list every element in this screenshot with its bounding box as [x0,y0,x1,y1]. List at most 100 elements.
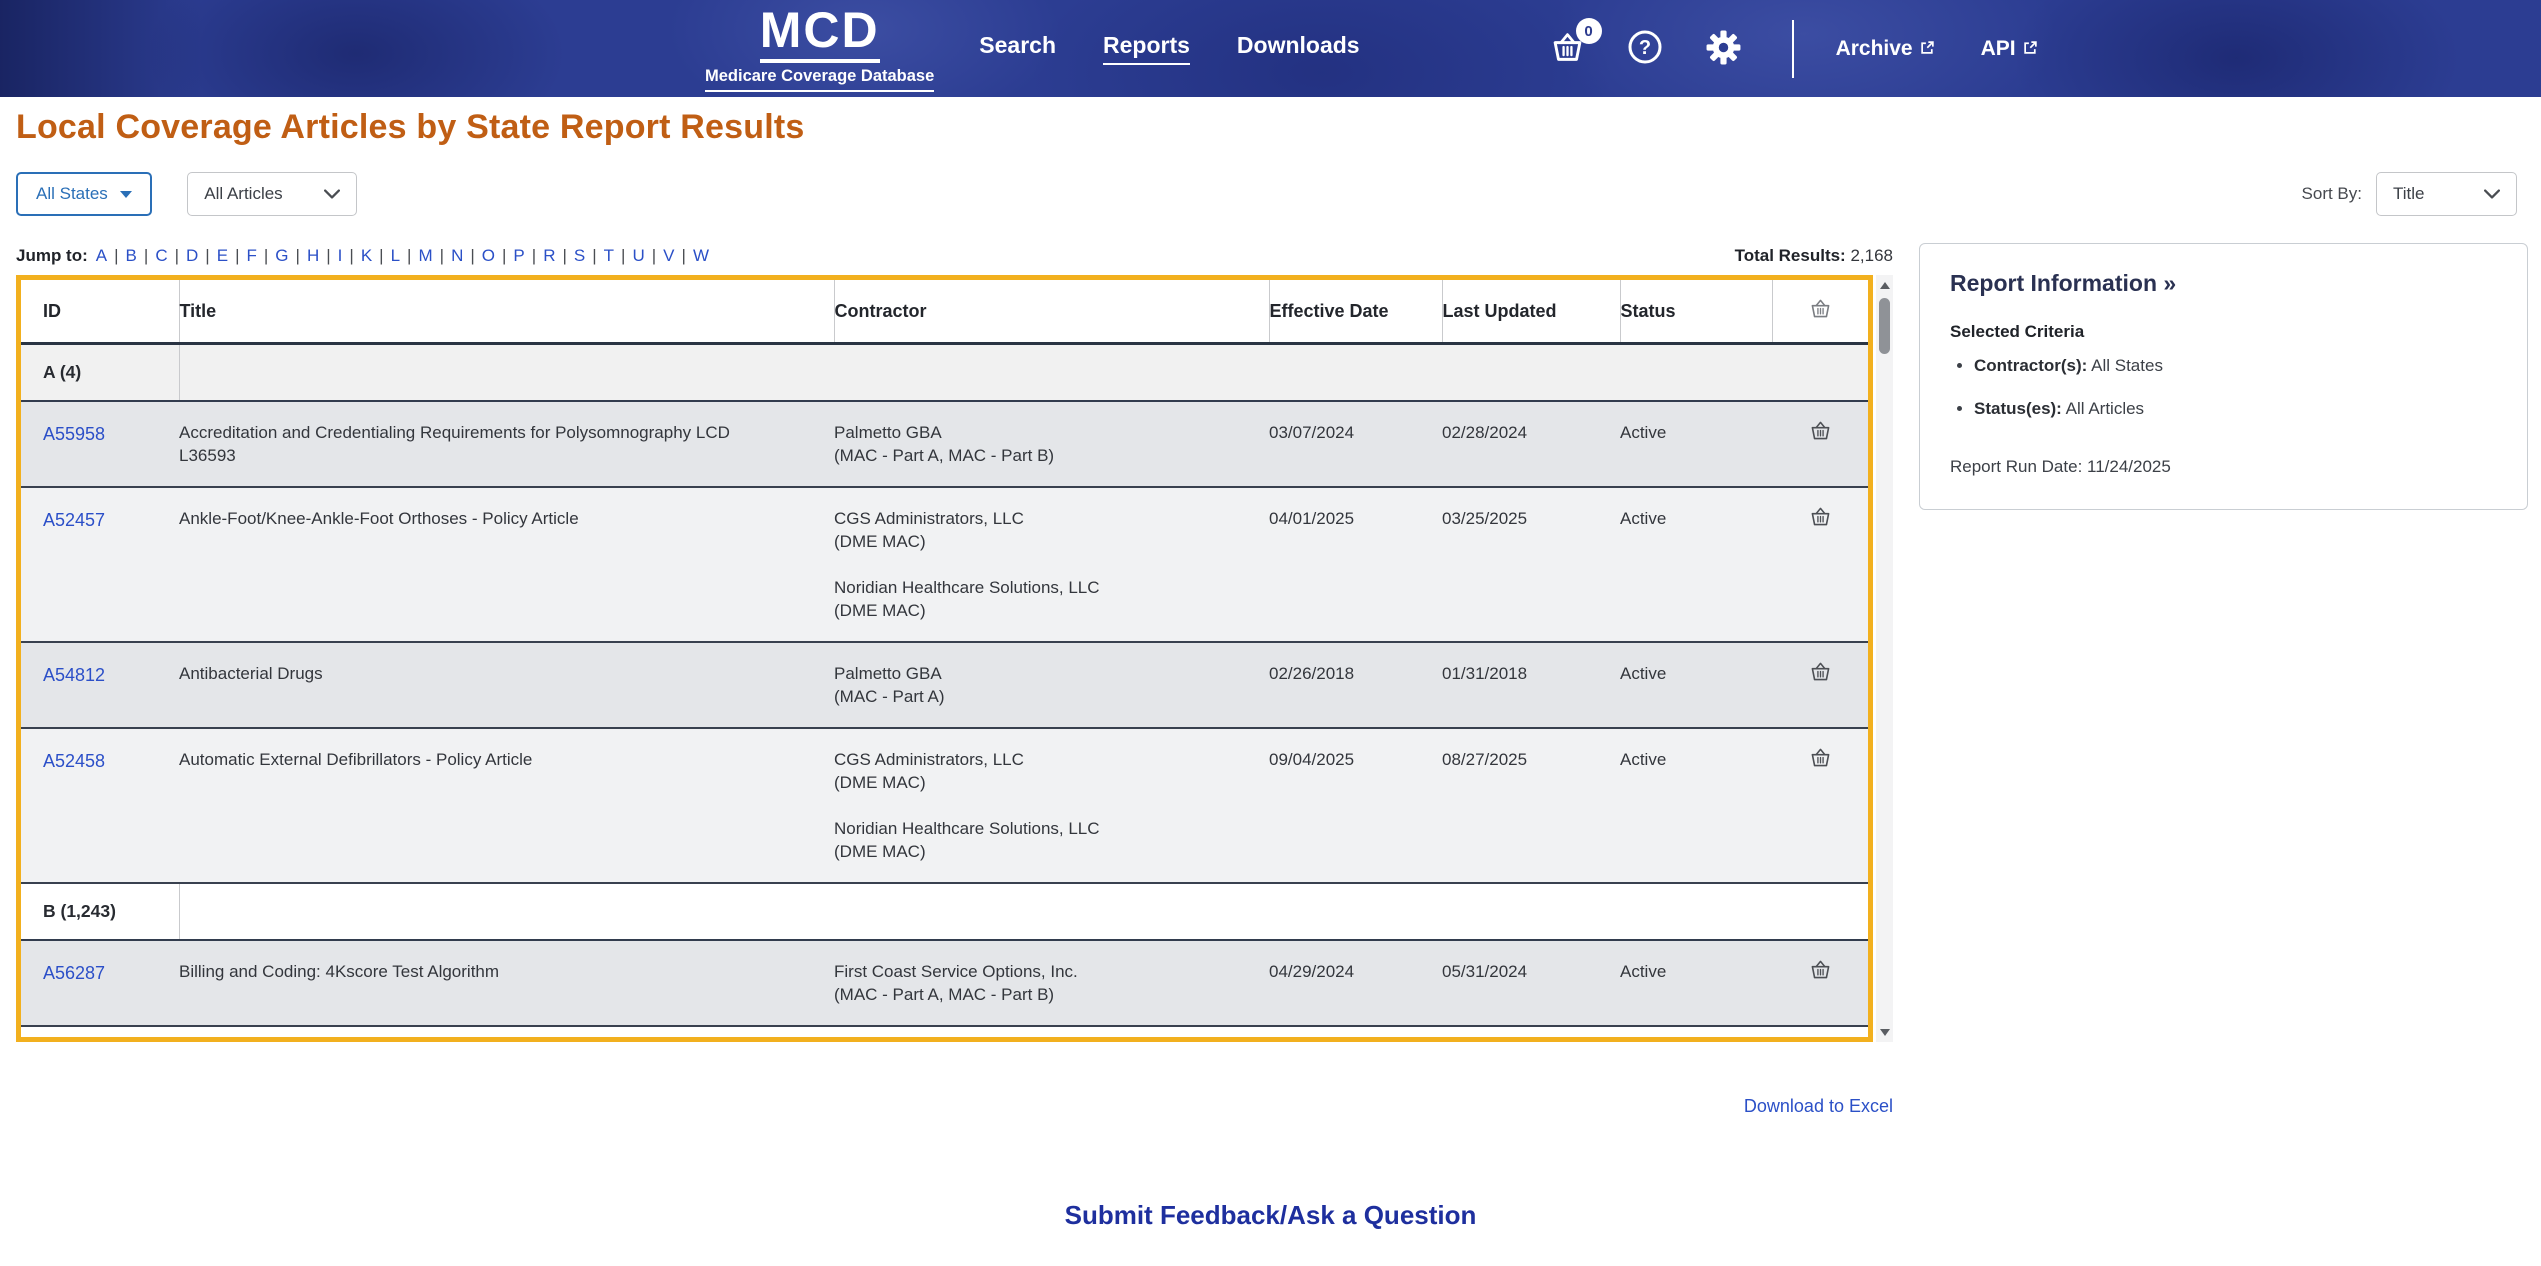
jump-letter-I[interactable]: I [338,246,343,265]
articles-dropdown-label: All Articles [204,184,282,204]
jump-letter-U[interactable]: U [632,246,644,265]
jump-letter-B[interactable]: B [126,246,137,265]
basket-cell [1772,487,1868,642]
jump-separator: | [235,246,239,265]
column-header-last-updated[interactable]: Last Updated [1442,280,1620,344]
article-id-link[interactable]: A52457 [43,510,105,530]
header-divider [1792,20,1794,78]
settings-button[interactable] [1705,29,1742,69]
jump-separator: | [470,246,474,265]
article-id-link[interactable]: A54812 [43,665,105,685]
contractor-line: (MAC - Part A, MAC - Part B) [834,445,1255,468]
mcd-logo-subtitle: Medicare Coverage Database [705,67,934,92]
help-button[interactable]: ? [1627,29,1663,68]
header-icons: 0 ? [1550,29,1742,69]
column-header-title[interactable]: Title [179,280,834,344]
download-to-excel-link[interactable]: Download to Excel [1744,1096,1893,1117]
results-table-body: A (4)A55958Accreditation and Credentiali… [21,344,1868,1027]
scrollbar-down-arrow[interactable] [1876,1022,1893,1042]
article-id-link[interactable]: A56287 [43,963,105,983]
article-id-link[interactable]: A55958 [43,424,105,444]
selected-criteria-list: Contractor(s): All StatesStatus(es): All… [1950,356,2497,419]
contractor-line [834,554,1255,577]
article-id-cell: A56287 [21,940,179,1026]
sort-by-dropdown[interactable]: Title [2376,172,2517,216]
jump-letter-A[interactable]: A [96,246,107,265]
column-header-basket[interactable] [1772,280,1868,344]
jump-letter-K[interactable]: K [361,246,372,265]
submit-feedback-link[interactable]: Submit Feedback/Ask a Question [1065,1200,1477,1230]
section-label: A (4) [43,362,81,382]
jump-separator: | [592,246,596,265]
add-to-basket-button[interactable] [1807,504,1834,532]
article-id-cell: A54812 [21,642,179,728]
column-header-contractor[interactable]: Contractor [834,280,1269,344]
column-header-effective-date[interactable]: Effective Date [1269,280,1442,344]
states-dropdown-label: All States [36,184,108,204]
nav-search[interactable]: Search [979,32,1056,65]
contractor-line: CGS Administrators, LLC [834,508,1255,531]
basket-icon [1809,515,1832,530]
report-information-panel: Report Information » Selected Criteria C… [1919,243,2528,510]
jump-letter-D[interactable]: D [186,246,198,265]
states-dropdown[interactable]: All States [16,172,152,216]
total-results: Total Results: 2,168 [1735,246,1893,266]
jump-separator: | [502,246,506,265]
section-row: A (4) [21,344,1868,402]
jump-letter-G[interactable]: G [275,246,288,265]
scrollbar-thumb[interactable] [1879,298,1890,354]
external-link-icon [2023,37,2038,61]
jump-letter-N[interactable]: N [451,246,463,265]
jump-letter-E[interactable]: E [217,246,228,265]
add-to-basket-button[interactable] [1807,418,1834,446]
link-archive[interactable]: Archive [1836,37,1935,61]
articles-dropdown[interactable]: All Articles [187,172,357,216]
nav-downloads[interactable]: Downloads [1237,32,1360,65]
criteria-label: Contractor(s): [1974,356,2087,375]
scrollbar-up-arrow[interactable] [1876,275,1893,295]
jump-letter-H[interactable]: H [307,246,319,265]
jump-letter-S[interactable]: S [574,246,585,265]
article-id-link[interactable]: A52458 [43,751,105,771]
sort-by-label: Sort By: [2302,184,2362,204]
header-row: IDTitleContractorEffective DateLast Upda… [21,280,1868,344]
table-row: A54812Antibacterial DrugsPalmetto GBA(MA… [21,642,1868,728]
table-scrollbar[interactable] [1876,275,1893,1042]
contractor-cell: Palmetto GBA(MAC - Part A) [834,642,1269,728]
add-to-basket-button[interactable] [1807,745,1834,773]
nav-reports[interactable]: Reports [1103,32,1190,65]
jump-letter-T[interactable]: T [604,246,614,265]
effective-date-cell: 04/29/2024 [1269,940,1442,1026]
last-updated-cell: 01/31/2018 [1442,642,1620,728]
caret-down-icon [120,191,132,198]
criteria-item: Status(es): All Articles [1974,399,2497,419]
basket-button[interactable]: 0 [1550,31,1585,66]
jump-letter-O[interactable]: O [482,246,495,265]
chevron-down-icon [2484,184,2500,204]
jump-letter-W[interactable]: W [693,246,709,265]
mcd-logo[interactable]: MCD Medicare Coverage Database [705,5,934,92]
jump-separator: | [562,246,566,265]
jump-letter-F[interactable]: F [246,246,256,265]
jump-letter-P[interactable]: P [513,246,524,265]
jump-separator: | [296,246,300,265]
jump-letter-R[interactable]: R [543,246,555,265]
jump-letter-L[interactable]: L [391,246,400,265]
article-id-cell: A55958 [21,401,179,487]
column-header-status[interactable]: Status [1620,280,1772,344]
report-information-title[interactable]: Report Information » [1950,270,2497,297]
jump-letter-M[interactable]: M [418,246,432,265]
link-api[interactable]: API [1981,37,2038,61]
jump-letter-C[interactable]: C [155,246,167,265]
effective-date-cell: 09/04/2025 [1269,728,1442,883]
add-to-basket-button[interactable] [1807,957,1834,985]
mcd-logo-title: MCD [760,5,880,63]
external-link-label: API [1981,37,2016,61]
column-header-id[interactable]: ID [21,280,179,344]
basket-icon [1809,756,1832,771]
section-label-cell: A (4) [21,344,179,402]
contractor-line: (MAC - Part A, MAC - Part B) [834,984,1255,1007]
effective-date-cell: 03/07/2024 [1269,401,1442,487]
jump-letter-V[interactable]: V [663,246,674,265]
add-to-basket-button[interactable] [1807,659,1834,687]
